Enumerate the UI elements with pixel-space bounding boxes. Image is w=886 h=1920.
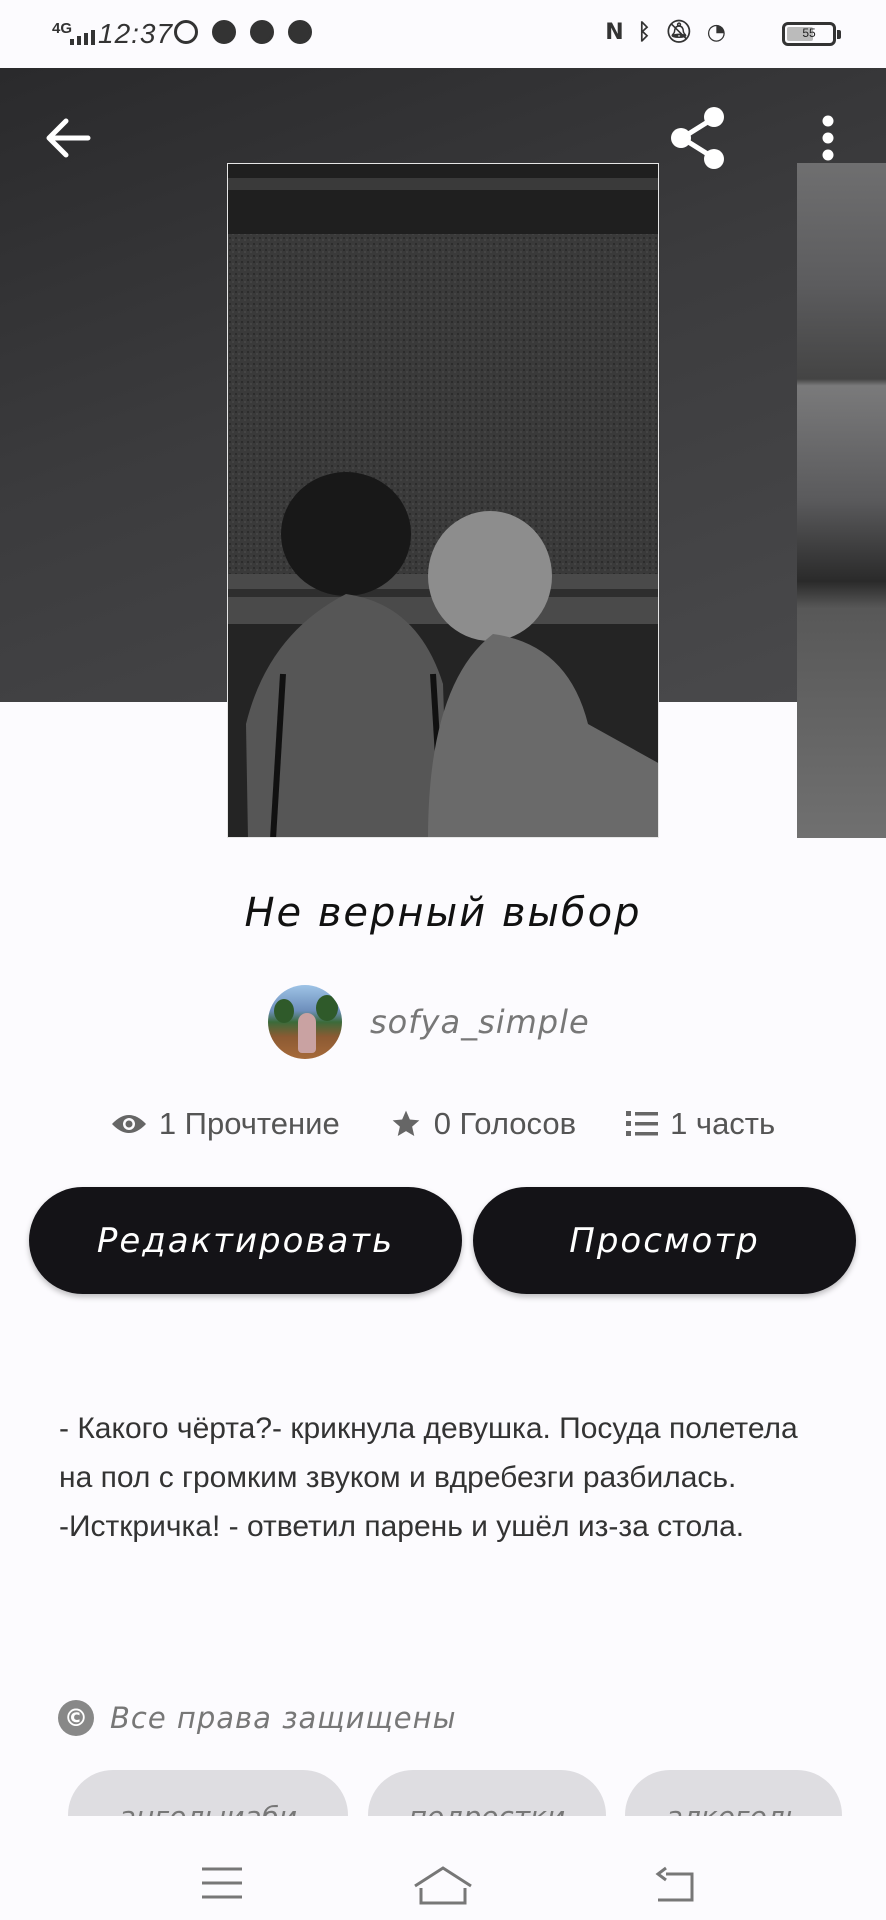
system-icons: N ᛒ 🔕︎ ◔ xyxy=(605,20,726,45)
story-stats: 1 Прочтение 0 Голосов 1 часть xyxy=(0,1106,886,1142)
votes-stat: 0 Голосов xyxy=(390,1106,576,1142)
tag-chip[interactable]: алкоголь xyxy=(625,1770,842,1816)
story-cover-image[interactable] xyxy=(227,163,659,838)
reads-count: 1 Прочтение xyxy=(158,1106,340,1141)
tag-chip[interactable]: ангелыиаби xyxy=(68,1770,348,1816)
app-notification-icon-2 xyxy=(288,20,312,44)
snapchat-icon xyxy=(250,20,274,44)
whatsapp-icon xyxy=(174,20,198,44)
menu-icon[interactable] xyxy=(202,1866,242,1900)
tags-row: ангелыиаби подростки алкоголь xyxy=(0,1770,886,1816)
copyright-icon: © xyxy=(58,1700,94,1736)
battery-level: 55 xyxy=(802,26,816,40)
story-description: - Какого чёрта?- крикнула девушка. Посуд… xyxy=(59,1412,798,1543)
edit-button[interactable]: Редактировать xyxy=(29,1187,462,1294)
parts-count: 1 часть xyxy=(670,1106,776,1141)
app-notification-icon xyxy=(212,20,236,44)
notification-icons xyxy=(174,20,312,44)
status-time: 12:37 xyxy=(98,18,174,49)
network-type: 4G xyxy=(52,20,73,37)
mute-icon: 🔕︎ xyxy=(664,20,693,45)
system-navigation-bar xyxy=(0,1816,886,1920)
cover-photo xyxy=(228,164,658,837)
more-vertical-icon xyxy=(822,115,834,161)
reads-stat: 1 Прочтение xyxy=(111,1106,340,1142)
tag-chip[interactable]: подростки xyxy=(368,1770,606,1816)
more-options-button[interactable] xyxy=(808,110,848,170)
battery-icon: 55 xyxy=(782,22,841,46)
star-icon xyxy=(392,1110,420,1136)
author-name[interactable]: sofya_simple xyxy=(370,1003,590,1041)
avatar[interactable] xyxy=(268,985,342,1059)
status-bar: 4G 12:37 N ᛒ 🔕︎ ◔ 55 xyxy=(0,0,886,68)
bluetooth-icon: ᛒ xyxy=(637,20,651,45)
parts-stat[interactable]: 1 часть xyxy=(626,1106,775,1142)
share-button[interactable] xyxy=(664,104,732,172)
share-icon xyxy=(671,107,724,169)
copyright-row: © Все права защищены xyxy=(58,1700,457,1736)
next-cover-preview[interactable] xyxy=(797,163,886,838)
author-row[interactable]: sofya_simple xyxy=(268,985,590,1059)
eye-icon xyxy=(111,1115,146,1133)
home-icon[interactable] xyxy=(412,1864,474,1906)
nfc-icon: N xyxy=(605,20,624,45)
nav-back-icon[interactable] xyxy=(652,1866,696,1904)
arrow-left-icon xyxy=(46,118,91,158)
story-title: Не верный выбор xyxy=(244,890,642,936)
back-button[interactable] xyxy=(40,110,96,166)
signal-icon xyxy=(70,30,95,45)
copyright-text: Все права защищены xyxy=(110,1701,457,1735)
list-icon xyxy=(626,1111,659,1136)
view-button[interactable]: Просмотр xyxy=(473,1187,856,1294)
wifi-icon: ◔ xyxy=(706,20,726,45)
votes-count: 0 Голосов xyxy=(433,1106,577,1141)
